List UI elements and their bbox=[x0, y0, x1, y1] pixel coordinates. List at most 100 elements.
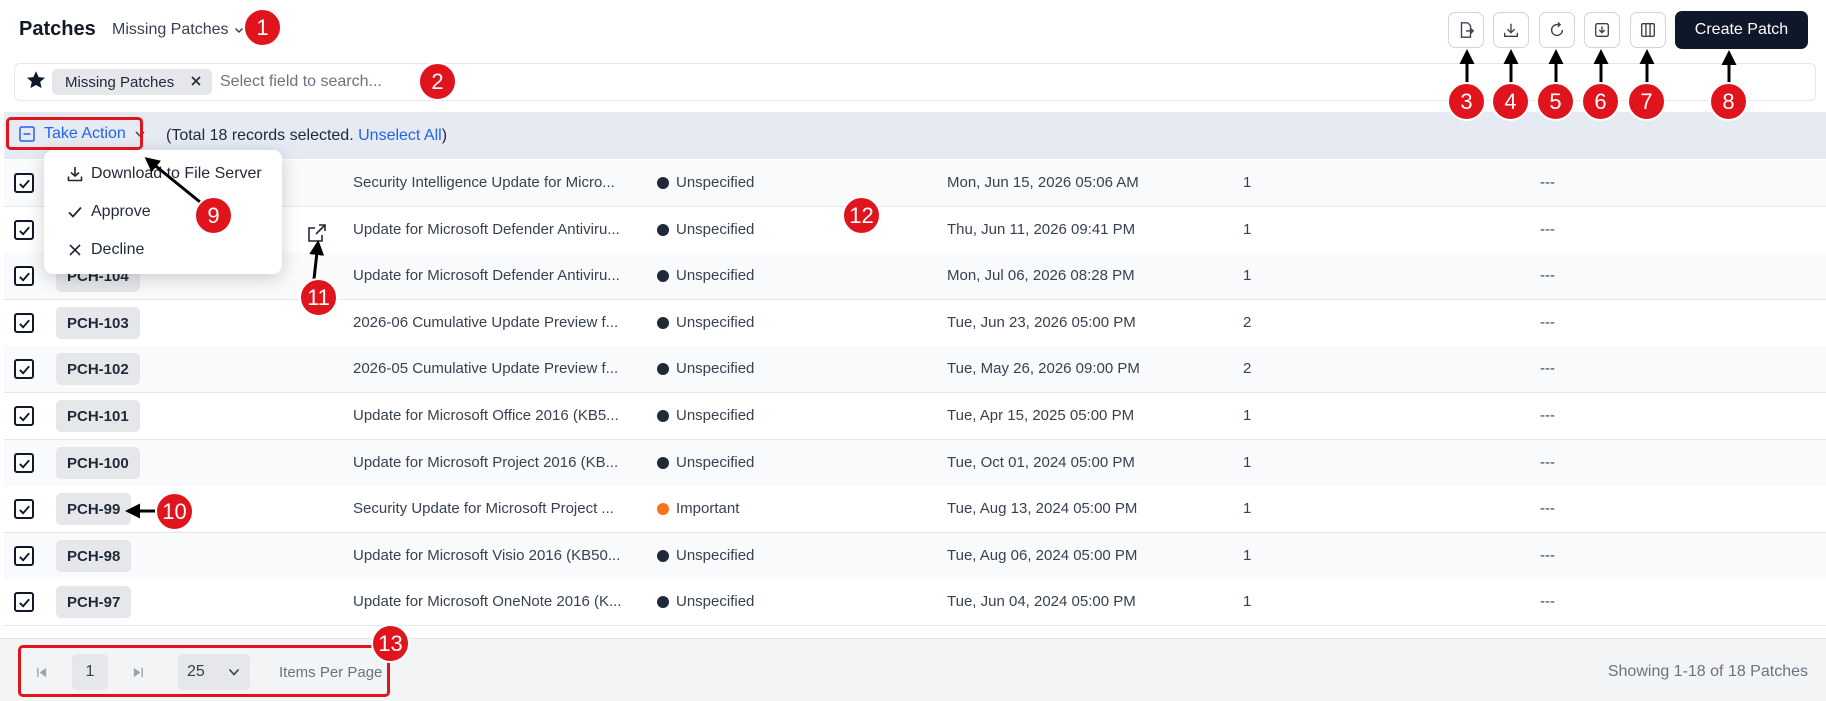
unselect-all-link[interactable]: Unselect All bbox=[358, 127, 442, 144]
row-checkbox[interactable] bbox=[14, 453, 34, 473]
patch-name: Update for Microsoft Office 2016 (KB5... bbox=[353, 407, 619, 424]
table-row[interactable]: PCH-100 Update for Microsoft Project 2016… bbox=[4, 440, 1826, 487]
menu-item-label: Decline bbox=[91, 241, 145, 258]
severity-dot-icon bbox=[657, 502, 669, 515]
create-patch-button[interactable]: Create Patch bbox=[1675, 11, 1808, 49]
table-row[interactable]: PCH-102 2026-05 Cumulative Update Preview… bbox=[4, 346, 1826, 393]
annotation-3: 3 bbox=[1447, 82, 1486, 121]
check-icon bbox=[18, 598, 30, 608]
row-checkbox[interactable] bbox=[14, 359, 34, 379]
release-date: Tue, Apr 15, 2025 05:00 PM bbox=[947, 407, 1135, 424]
patch-id[interactable]: PCH-100 bbox=[56, 447, 140, 479]
menu-item-download[interactable]: Download to File Server bbox=[66, 165, 262, 183]
showing-summary: Showing 1-18 of 18 Patches bbox=[1607, 663, 1808, 680]
menu-item-decline[interactable]: Decline bbox=[66, 241, 144, 259]
row-checkbox[interactable] bbox=[14, 499, 34, 519]
download-button[interactable] bbox=[1493, 12, 1529, 48]
row-checkbox[interactable] bbox=[14, 313, 34, 333]
x-icon bbox=[69, 244, 81, 256]
patch-id[interactable]: PCH-103 bbox=[56, 307, 140, 339]
check-icon bbox=[18, 552, 30, 562]
patch-id[interactable]: PCH-99 bbox=[56, 493, 132, 525]
patch-id[interactable]: PCH-102 bbox=[56, 353, 140, 385]
columns-button[interactable] bbox=[1630, 12, 1666, 48]
check-icon bbox=[18, 365, 30, 375]
export-button[interactable] bbox=[1448, 12, 1484, 48]
severity-label: Unspecified bbox=[676, 407, 755, 424]
search-input[interactable] bbox=[220, 68, 820, 96]
annotation-1: 1 bbox=[243, 8, 282, 47]
table-row[interactable]: PCH-101 Update for Microsoft Office 2016 … bbox=[4, 393, 1826, 440]
annotation-5: 5 bbox=[1536, 82, 1575, 121]
severity-dot-icon bbox=[657, 362, 669, 375]
row-checkbox[interactable] bbox=[14, 220, 34, 240]
check-icon bbox=[18, 272, 30, 282]
view-selector-label: Missing Patches bbox=[112, 21, 229, 38]
row-checkbox[interactable] bbox=[14, 592, 34, 612]
patch-id[interactable]: PCH-98 bbox=[56, 540, 132, 572]
affected-count: 2 bbox=[1243, 314, 1252, 331]
annotation-10: 10 bbox=[155, 492, 194, 531]
patch-id[interactable]: PCH-97 bbox=[56, 586, 132, 618]
export-icon bbox=[1460, 22, 1475, 38]
extra-value: --- bbox=[1540, 221, 1555, 238]
severity: Unspecified bbox=[657, 267, 754, 284]
extra-value: --- bbox=[1540, 314, 1555, 331]
row-checkbox[interactable] bbox=[14, 546, 34, 566]
patch-name: Update for Microsoft OneNote 2016 (K... bbox=[353, 593, 622, 610]
selection-close: ) bbox=[441, 127, 448, 144]
patch-name: Security Update for Microsoft Project ..… bbox=[353, 500, 614, 517]
selection-text: (Total 18 records selected. bbox=[166, 127, 354, 144]
severity-dot-icon bbox=[657, 316, 669, 329]
severity: Unspecified bbox=[657, 547, 754, 564]
affected-count: 1 bbox=[1243, 174, 1252, 191]
refresh-button[interactable] bbox=[1539, 12, 1575, 48]
import-button[interactable] bbox=[1584, 12, 1620, 48]
filter-chip-label: Missing Patches bbox=[65, 73, 175, 91]
extra-value: --- bbox=[1540, 593, 1555, 610]
patch-id[interactable]: PCH-101 bbox=[56, 400, 140, 432]
menu-item-approve[interactable]: Approve bbox=[66, 203, 151, 221]
extra-value: --- bbox=[1540, 360, 1555, 377]
release-date: Tue, Jun 23, 2026 05:00 PM bbox=[947, 314, 1136, 331]
annotation-6: 6 bbox=[1581, 82, 1620, 121]
severity: Unspecified bbox=[657, 593, 754, 610]
check-icon bbox=[68, 206, 82, 218]
affected-count: 2 bbox=[1243, 360, 1252, 377]
affected-count: 1 bbox=[1243, 221, 1252, 238]
check-icon bbox=[18, 459, 30, 469]
patch-name: Update for Microsoft Visio 2016 (KB50... bbox=[353, 547, 621, 564]
table-row[interactable]: PCH-98 Update for Microsoft Visio 2016 (K… bbox=[4, 533, 1826, 580]
severity-label: Unspecified bbox=[676, 360, 755, 377]
table-row[interactable]: PCH-103 2026-06 Cumulative Update Preview… bbox=[4, 300, 1826, 347]
row-checkbox[interactable] bbox=[14, 173, 34, 193]
import-icon bbox=[1595, 23, 1609, 37]
row-checkbox[interactable] bbox=[14, 266, 34, 286]
severity-dot-icon bbox=[657, 595, 669, 608]
menu-item-label: Approve bbox=[91, 203, 151, 220]
annotation-13: 13 bbox=[371, 624, 410, 663]
extra-value: --- bbox=[1540, 500, 1555, 517]
row-checkbox[interactable] bbox=[14, 406, 34, 426]
release-date: Tue, Aug 06, 2024 05:00 PM bbox=[947, 547, 1138, 564]
table-row[interactable]: PCH-99 Security Update for Microsoft Proj… bbox=[4, 486, 1826, 533]
table-row[interactable]: PCH-97 Update for Microsoft OneNote 2016 … bbox=[4, 579, 1826, 626]
view-selector[interactable]: Missing Patches bbox=[112, 21, 244, 39]
severity: Unspecified bbox=[657, 314, 754, 331]
release-date: Mon, Jun 15, 2026 05:06 AM bbox=[947, 174, 1139, 191]
check-icon bbox=[18, 319, 30, 329]
external-link-icon[interactable] bbox=[306, 222, 328, 244]
star-icon[interactable] bbox=[25, 69, 47, 91]
close-icon[interactable] bbox=[189, 74, 203, 88]
extra-value: --- bbox=[1540, 407, 1555, 424]
page-title: Patches bbox=[19, 18, 96, 40]
annotation-7: 7 bbox=[1627, 82, 1666, 121]
patch-name: 2026-05 Cumulative Update Preview f... bbox=[353, 360, 619, 377]
take-action-menu: Download to File Server Approve Decline bbox=[44, 150, 282, 274]
filter-chip: Missing Patches bbox=[52, 69, 212, 95]
severity-label: Unspecified bbox=[676, 454, 755, 471]
extra-value: --- bbox=[1540, 547, 1555, 564]
severity-label: Unspecified bbox=[676, 593, 755, 610]
severity-dot-icon bbox=[657, 176, 669, 189]
severity-label: Unspecified bbox=[676, 547, 755, 564]
